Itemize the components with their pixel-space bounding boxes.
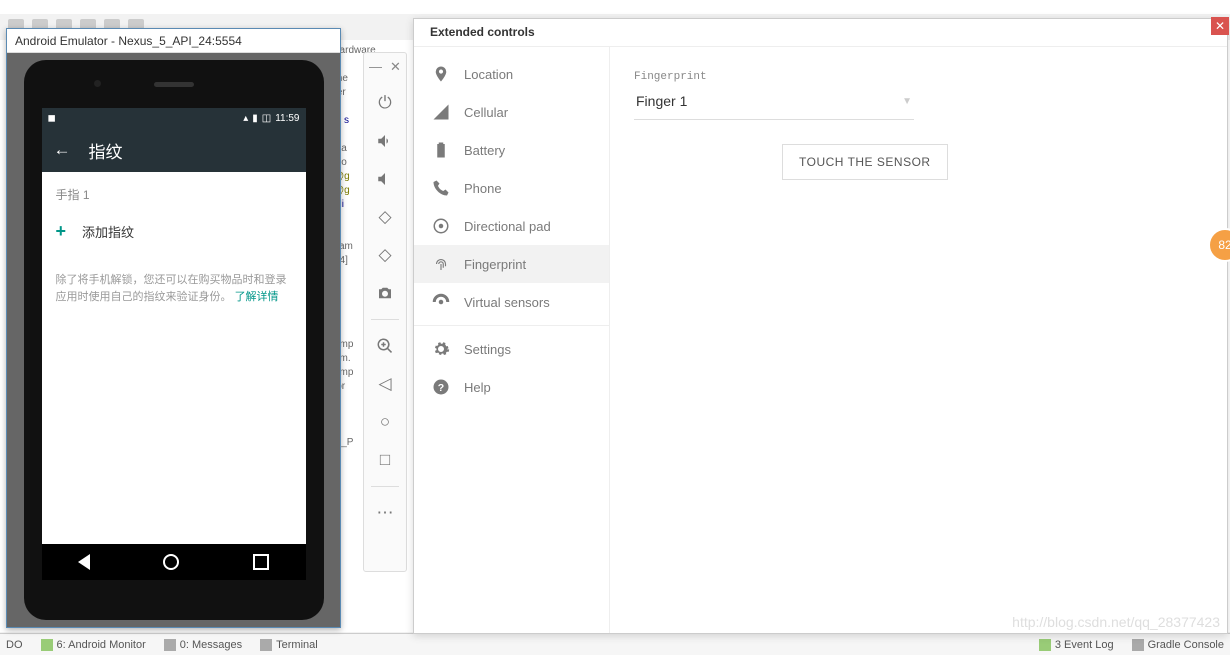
svg-text:?: ?: [438, 382, 444, 394]
extended-controls-title: Extended controls: [414, 19, 1227, 47]
emulator-window: Android Emulator - Nexus_5_API_24:5554 ◼…: [6, 28, 341, 628]
cellular-icon: [432, 103, 450, 121]
dpad-icon: [432, 217, 450, 235]
home-button-icon[interactable]: ○: [370, 406, 400, 438]
fingerprint-select[interactable]: Finger 1 ▼: [634, 89, 914, 120]
phone-frame: ◼▴▮◫11:59 ← 指纹 手指 1 + 添加指纹 除了将手机解锁，您还可以在…: [24, 60, 324, 620]
back-icon[interactable]: ←: [54, 140, 71, 160]
close-icon[interactable]: ✕: [390, 59, 401, 75]
more-icon[interactable]: ⋯: [370, 497, 400, 529]
close-icon[interactable]: ✕: [1211, 17, 1229, 35]
extended-nav: Location Cellular Battery Phone Directio…: [414, 47, 610, 633]
nav-fingerprint[interactable]: Fingerprint: [414, 245, 609, 283]
volume-down-icon[interactable]: [370, 163, 400, 195]
nav-back-icon[interactable]: [78, 554, 90, 570]
touch-sensor-button[interactable]: TOUCH THE SENSOR: [782, 144, 948, 180]
tip-text: 除了将手机解锁，您还可以在购买物品时和登录应用时使用自己的指纹来验证身份。 了解…: [56, 272, 292, 305]
nav-location[interactable]: Location: [414, 55, 609, 93]
android-navbar[interactable]: [42, 544, 306, 580]
power-icon[interactable]: ⏻: [370, 87, 400, 119]
status-bar: ◼▴▮◫11:59: [42, 108, 306, 128]
emulator-titlebar[interactable]: Android Emulator - Nexus_5_API_24:5554: [7, 29, 340, 53]
nav-help[interactable]: ?Help: [414, 368, 609, 406]
overview-button-icon[interactable]: □: [370, 444, 400, 476]
nav-cellular[interactable]: Cellular: [414, 93, 609, 131]
nav-dpad[interactable]: Directional pad: [414, 207, 609, 245]
messages-tab[interactable]: 0: Messages: [164, 639, 242, 651]
android-monitor-tab[interactable]: 6: Android Monitor: [41, 639, 146, 651]
plus-icon: +: [56, 221, 67, 242]
learn-more-link[interactable]: 了解详情: [235, 291, 279, 303]
gear-icon: [432, 340, 450, 358]
app-title: 指纹: [89, 138, 123, 163]
app-bar: ← 指纹: [42, 128, 306, 172]
extended-controls-window: ✕ Extended controls Location Cellular Ba…: [413, 18, 1228, 634]
fingerprint-selected-value: Finger 1: [636, 93, 687, 109]
nav-phone[interactable]: Phone: [414, 169, 609, 207]
camera-icon[interactable]: [370, 277, 400, 309]
app-content: 手指 1 + 添加指纹 除了将手机解锁，您还可以在购买物品时和登录应用时使用自己…: [42, 172, 306, 544]
extended-main: Fingerprint Finger 1 ▼ TOUCH THE SENSOR: [610, 47, 1227, 633]
rotate-right-icon[interactable]: ◇: [370, 239, 400, 271]
chevron-down-icon: ▼: [902, 96, 912, 107]
finger-label: 手指 1: [56, 186, 292, 203]
gradle-console-tab[interactable]: Gradle Console: [1132, 639, 1224, 651]
phone-icon: [432, 179, 450, 197]
nav-virtual-sensors[interactable]: Virtual sensors: [414, 283, 609, 321]
fingerprint-field-label: Fingerprint: [634, 71, 1203, 83]
nav-settings[interactable]: Settings: [414, 330, 609, 368]
ide-bottom-bar[interactable]: DO 6: Android Monitor 0: Messages Termin…: [0, 633, 1230, 655]
volume-up-icon[interactable]: [370, 125, 400, 157]
back-button-icon[interactable]: ◁: [370, 368, 400, 400]
nav-battery[interactable]: Battery: [414, 131, 609, 169]
help-icon: ?: [432, 378, 450, 396]
phone-screen[interactable]: ◼▴▮◫11:59 ← 指纹 手指 1 + 添加指纹 除了将手机解锁，您还可以在…: [42, 108, 306, 580]
event-log-tab[interactable]: 3 Event Log: [1039, 639, 1114, 651]
nav-recents-icon[interactable]: [253, 554, 269, 570]
minimize-icon[interactable]: —: [369, 59, 382, 75]
nav-home-icon[interactable]: [163, 554, 179, 570]
add-fingerprint-row[interactable]: + 添加指纹: [56, 221, 292, 242]
location-icon: [432, 65, 450, 83]
todo-tab[interactable]: DO: [6, 639, 23, 651]
battery-icon: [432, 141, 450, 159]
emulator-sidebar: — ✕ ⏻ ◇ ◇ ◁ ○ □ ⋯: [363, 52, 407, 572]
fingerprint-icon: [432, 255, 450, 273]
zoom-icon[interactable]: [370, 330, 400, 362]
add-fingerprint-label: 添加指纹: [82, 222, 134, 241]
rotate-left-icon[interactable]: ◇: [370, 201, 400, 233]
terminal-tab[interactable]: Terminal: [260, 639, 318, 651]
sensors-icon: [432, 293, 450, 311]
